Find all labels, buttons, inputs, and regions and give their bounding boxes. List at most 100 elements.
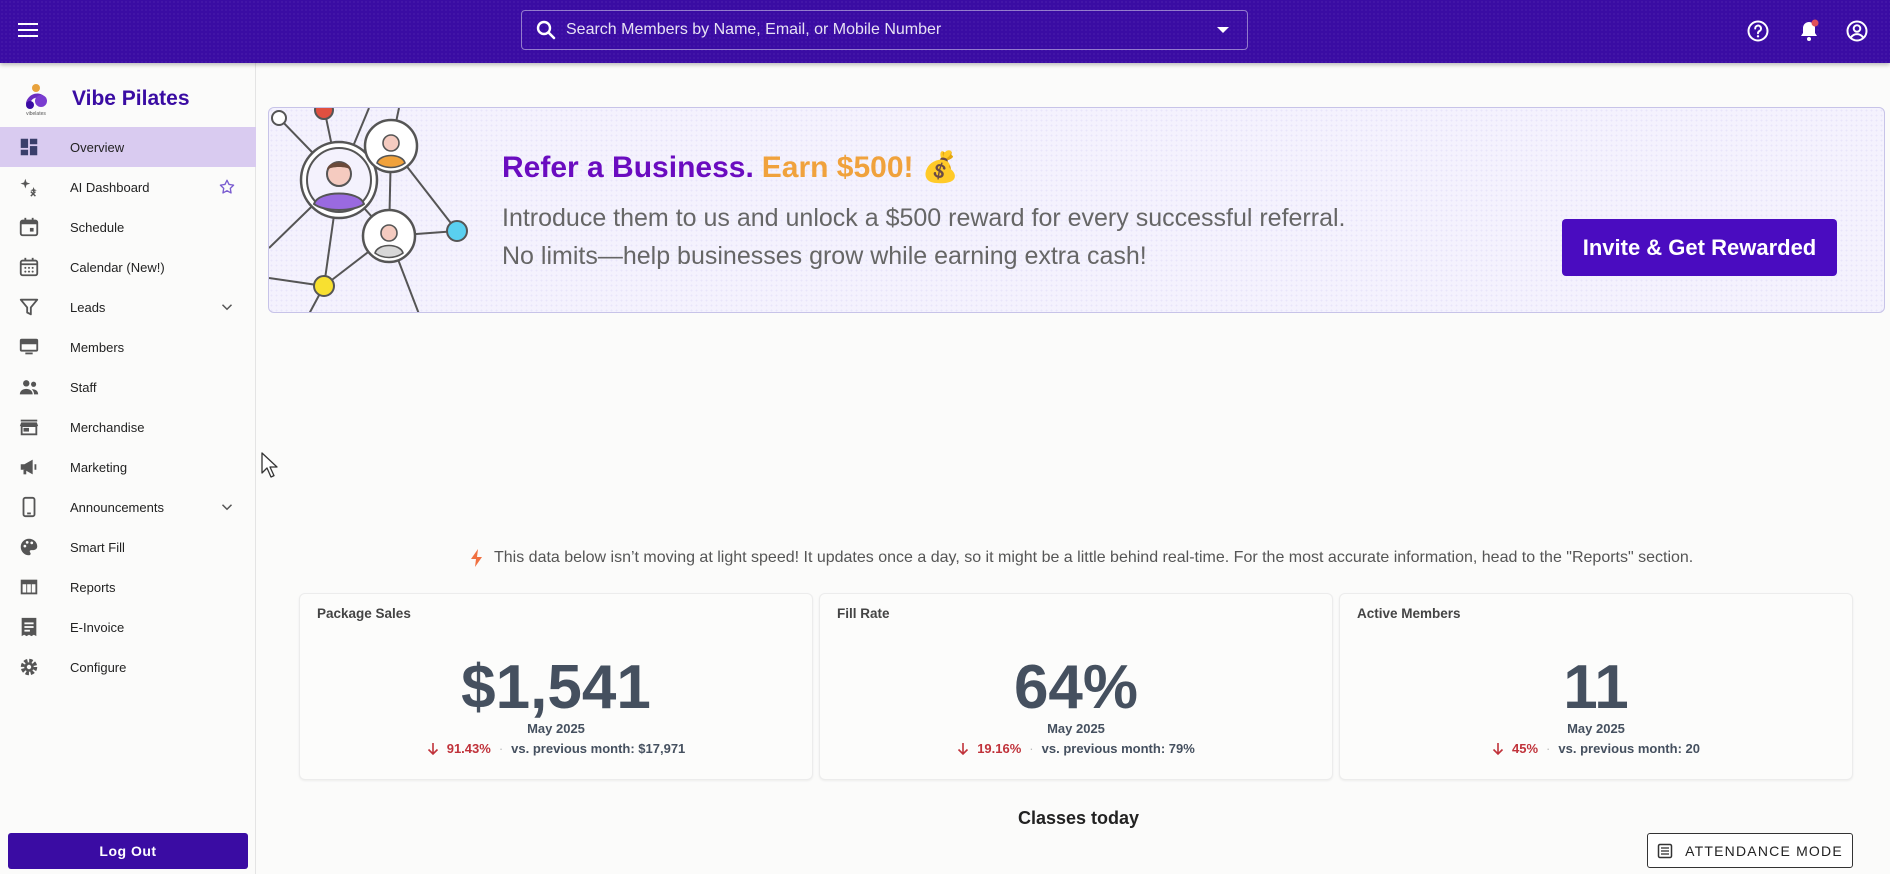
network-illustration [269, 108, 468, 312]
help-icon[interactable] [1746, 19, 1770, 43]
change-percent: 19.16% [977, 741, 1022, 756]
star-icon[interactable] [218, 178, 236, 196]
separator-dot: · [498, 741, 504, 756]
separator-dot: · [1546, 741, 1551, 756]
phone-icon [22, 496, 36, 518]
sidebar-item-label: Smart Fill [70, 539, 125, 555]
card-period: May 2025 [527, 721, 585, 736]
classes-today-heading: Classes today [1018, 808, 1140, 828]
card-period: May 2025 [1047, 721, 1105, 736]
sidebar-item-announcements[interactable]: Announcements [0, 487, 256, 527]
banner-subtitle-2: No limits—help businesses grow while ear… [502, 242, 1147, 270]
stat-card-active-members: Active Members 11 May 2025 45% · vs. pre… [1339, 593, 1853, 780]
sidebar-item-calendar-new[interactable]: Calendar (New!) [0, 247, 256, 287]
sidebar-item-label: E-Invoice [70, 619, 125, 635]
members-icon [19, 338, 39, 355]
previous-month: vs. previous month: 20 [1558, 741, 1700, 756]
chevron-down-icon[interactable] [1217, 27, 1229, 33]
attendance-mode-label: ATTENDANCE MODE [1685, 842, 1843, 859]
invite-button[interactable]: Invite & Get Rewarded [1562, 219, 1837, 276]
receipt-icon [21, 617, 37, 637]
previous-month: vs. previous month: 79% [1041, 741, 1195, 756]
stat-card-fill-rate: Fill Rate 64% May 2025 19.16% · vs. prev… [819, 593, 1333, 780]
table-icon [20, 579, 38, 595]
search-bar[interactable] [521, 10, 1248, 50]
sidebar-item-label: Staff [70, 379, 97, 395]
card-change: 19.16% · vs. previous month: 79% [820, 741, 1332, 756]
filter-icon [19, 298, 39, 316]
palette-icon [20, 538, 38, 556]
previous-month: vs. previous month: $17,971 [511, 741, 686, 756]
card-value: 11 [1563, 653, 1629, 722]
change-percent: 45% [1512, 741, 1539, 756]
account-icon[interactable] [1845, 19, 1869, 43]
arrow-down-icon [427, 742, 438, 755]
sidebar-item-e-invoice[interactable]: E-Invoice [0, 607, 256, 647]
separator-dot: · [1029, 741, 1034, 756]
list-icon [1657, 843, 1673, 858]
sidebar-item-members[interactable]: Members [0, 327, 256, 367]
banner-title-earn: Earn $500! 💰 [761, 151, 960, 184]
banner-title-main: Refer a Business. [502, 151, 754, 184]
change-percent: 91.43% [446, 741, 491, 756]
card-change: 45% · vs. previous month: 20 [1340, 741, 1852, 756]
sidebar-item-smart-fill[interactable]: Smart Fill [0, 527, 256, 567]
arrow-down-icon [1492, 742, 1504, 755]
notice-text: This data below isn’t moving at light sp… [494, 549, 1694, 566]
sidebar-item-ai-dashboard[interactable]: AI Dashboard [0, 167, 256, 207]
dashboard-icon [20, 138, 38, 156]
staff-icon [19, 380, 39, 395]
sidebar-item-overview[interactable]: Overview [0, 127, 256, 167]
brand[interactable]: vibelates Vibe Pilates [18, 81, 190, 117]
brand-logo: vibelates [26, 84, 47, 117]
card-change: 91.43% · vs. previous month: $17,971 [300, 741, 812, 756]
card-period: May 2025 [1567, 721, 1625, 736]
attendance-mode-button[interactable]: ATTENDANCE MODE [1647, 833, 1853, 868]
card-title: Package Sales [317, 606, 411, 621]
sidebar-item-label: Schedule [70, 219, 125, 235]
bolt-icon [471, 549, 482, 567]
logout-button[interactable]: Log Out [8, 833, 248, 869]
sidebar-item-schedule[interactable]: Schedule [0, 207, 256, 247]
sidebar-item-label: Calendar (New!) [70, 259, 165, 275]
megaphone-icon [20, 459, 37, 475]
sidebar-item-label: Reports [70, 579, 116, 595]
card-title: Active Members [1357, 606, 1461, 621]
data-delay-notice: This data below isn’t moving at light sp… [470, 549, 1693, 567]
card-value: $1,541 [461, 653, 651, 722]
sidebar: vibelates Vibe Pilates Overview AI Dashb… [0, 63, 256, 874]
banner-title: Refer a Business. Earn $500! 💰 [502, 150, 959, 185]
sidebar-item-label: Configure [70, 659, 127, 675]
sidebar-item-label: Leads [70, 299, 106, 315]
sidebar-item-label: Marketing [70, 459, 128, 475]
search-input[interactable] [558, 11, 1217, 49]
sidebar-item-label: Members [70, 339, 125, 355]
banner-subtitle-1: Introduce them to us and unlock a $500 r… [502, 204, 1346, 232]
card-value: 64% [1013, 653, 1139, 722]
sidebar-item-merchandise[interactable]: Merchandise [0, 407, 256, 447]
sidebar-item-label: Merchandise [70, 419, 145, 435]
menu-icon[interactable] [15, 17, 41, 43]
sidebar-item-label: Announcements [70, 499, 164, 515]
sidebar-item-configure[interactable]: Configure [0, 647, 256, 687]
sidebar-item-leads[interactable]: Leads [0, 287, 256, 327]
mouse-cursor-icon [261, 452, 278, 478]
gear-icon [20, 658, 38, 676]
arrow-down-icon [958, 742, 969, 755]
sidebar-item-reports[interactable]: Reports [0, 567, 256, 607]
top-app-bar [0, 0, 1890, 63]
calendar-icon [19, 217, 39, 237]
sidebar-item-marketing[interactable]: Marketing [0, 447, 256, 487]
bell-icon[interactable] [1797, 19, 1821, 43]
chevron-down-icon[interactable] [218, 498, 236, 516]
chevron-down-icon[interactable] [218, 298, 236, 316]
sidebar-item-label: Overview [70, 139, 125, 155]
nav-list: Overview AI Dashboard Schedule Calendar … [0, 127, 256, 687]
sidebar-item-label: AI Dashboard [70, 179, 150, 195]
referral-banner: Refer a Business. Earn $500! 💰 Introduce … [268, 107, 1885, 313]
stat-card-package-sales: Package Sales $1,541 May 2025 91.43% · v… [299, 593, 813, 780]
sparkle-icon [20, 178, 37, 197]
sidebar-item-staff[interactable]: Staff [0, 367, 256, 407]
brand-name: Vibe Pilates [72, 87, 190, 110]
brand-logo-text: vibelates [26, 111, 46, 117]
